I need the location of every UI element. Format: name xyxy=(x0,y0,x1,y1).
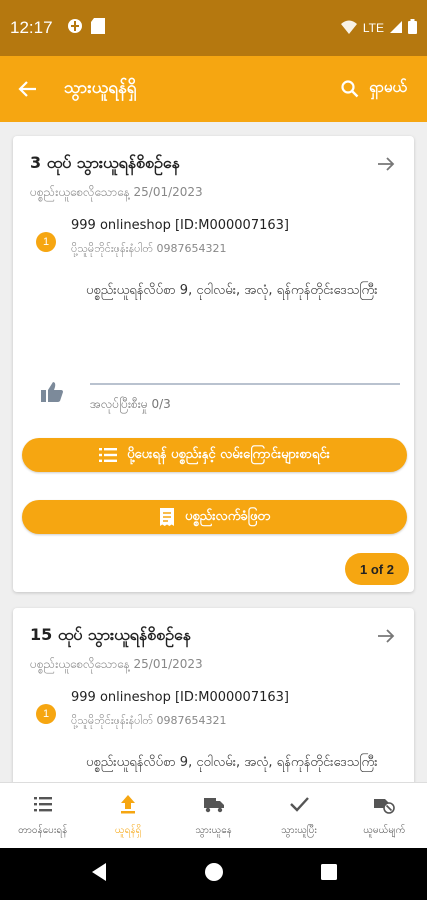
pickup-address: ပစ္စည်းယူရန်လိပ်စာ 9, ငုဝါလမ်း, အလုံ, ရန… xyxy=(86,755,378,770)
nav-cancelled-label: ယူမယ်မျက် xyxy=(363,825,406,836)
arrow-right-icon[interactable] xyxy=(376,154,396,174)
pickup-date: ပစ္စည်းယူစေလိုသောနေ့ 25/01/2023 xyxy=(30,185,203,199)
pickup-card[interactable]: 3 ထုပ် သွားယူရန်စိစဉ်နေ ပစ္စည်းယူစေလိုသေ… xyxy=(13,136,414,592)
app-notification-icon xyxy=(67,18,83,39)
system-navigation-bar xyxy=(0,848,427,900)
upload-icon xyxy=(121,795,136,814)
sd-card-icon xyxy=(90,17,105,39)
bottom-navigation: တာဝန်ပေးရန် ယူရန်ရှိ သွားယူနေ သွားယူပြီး… xyxy=(0,782,427,848)
nav-assign-label: တာဝန်ပေးရန် xyxy=(18,825,68,836)
cancel-delivery-icon xyxy=(374,799,396,814)
page-title: သွားယူရန်ရှိ xyxy=(64,77,137,98)
back-arrow-icon xyxy=(18,81,36,97)
progress-bar xyxy=(90,383,400,385)
nav-assign[interactable]: တာဝန်ပေးရန် xyxy=(0,783,85,848)
app-bar: သွားယူရန်ရှိ ရှာမယ် xyxy=(0,56,427,122)
card-title: 15 ထုပ် သွားယူရန်စိစဉ်နေ xyxy=(30,625,191,644)
back-button[interactable] xyxy=(14,75,42,103)
receipt-label: ပစ္စည်းလက်ခံဖြတ xyxy=(184,508,271,524)
system-home-button[interactable] xyxy=(204,862,224,886)
nav-picking-up-label: သွားယူနေ xyxy=(195,825,232,836)
system-back-button[interactable] xyxy=(90,862,108,886)
check-icon xyxy=(290,797,309,812)
status-bar: 12:17 LTE xyxy=(0,0,427,56)
receipt-icon xyxy=(159,508,174,526)
battery-icon xyxy=(408,19,417,37)
pickup-list[interactable]: 3 ထုပ် သွားယူရန်စိစဉ်နေ ပစ္စည်းယူစေလိုသေ… xyxy=(0,122,427,782)
nav-picked-up-label: သွားယူပြီး xyxy=(280,825,317,836)
search-icon xyxy=(341,80,359,98)
nav-picked-up[interactable]: သွားယူပြီး xyxy=(256,783,341,848)
circle-home-icon xyxy=(204,863,223,881)
pickup-date: ပစ္စည်းယူစေလိုသောနေ့ 25/01/2023 xyxy=(30,657,203,671)
status-right: LTE xyxy=(340,19,417,37)
list-icon xyxy=(33,797,52,812)
list-icon xyxy=(99,448,118,462)
progress-label: အလုပ်ပြီးစီးမှု 0/3 xyxy=(90,397,171,411)
receipt-button[interactable]: ပစ္စည်းလက်ခံဖြတ xyxy=(22,500,407,534)
square-recents-icon xyxy=(320,864,337,880)
shop-name: 999 onlineshop [ID:M000007163] xyxy=(71,218,289,233)
sender-phone: ပို့သူမိုဘိုင်းဖုန်းနံပါတ် 0987654321 xyxy=(71,242,227,255)
status-time: 12:17 xyxy=(10,18,53,37)
card-title: 3 ထုပ် သွားယူရန်စိစဉ်နေ xyxy=(30,153,180,172)
search-label: ရှာမယ် xyxy=(369,78,407,96)
pickup-address: ပစ္စည်းယူရန်လိပ်စာ 9, ငုဝါလမ်း, အလုံ, ရန… xyxy=(86,283,378,298)
nav-cancelled[interactable]: ယူမယ်မျက် xyxy=(342,783,427,848)
thumbs-up-icon xyxy=(40,380,64,404)
pickup-card[interactable]: 15 ထုပ် သွားယူရန်စိစဉ်နေ ပစ္စည်းယူစေလိုသ… xyxy=(13,608,414,782)
arrow-right-icon[interactable] xyxy=(376,626,396,646)
item-number-badge: 1 xyxy=(36,232,56,252)
nav-to-pickup[interactable]: ယူရန်ရှိ xyxy=(85,783,170,848)
parcel-route-list-label: ပို့ပေးရန် ပစ္စည်းနှင့် လမ်းကြောင်းများစ… xyxy=(127,446,330,462)
search-button[interactable]: ရှာမယ် xyxy=(341,78,413,100)
nav-picking-up[interactable]: သွားယူနေ xyxy=(171,783,256,848)
system-recents-button[interactable] xyxy=(320,863,338,885)
shop-name: 999 onlineshop [ID:M000007163] xyxy=(71,690,289,705)
nav-to-pickup-label: ယူရန်ရှိ xyxy=(114,825,142,836)
sender-phone: ပို့သူမိုဘိုင်းဖုန်းနံပါတ် 0987654321 xyxy=(71,714,227,727)
item-number-badge: 1 xyxy=(36,704,56,724)
page-indicator[interactable]: 1 of 2 xyxy=(345,553,409,585)
triangle-back-icon xyxy=(91,863,106,881)
wifi-icon xyxy=(340,20,357,37)
network-label: LTE xyxy=(362,21,384,35)
truck-icon xyxy=(203,798,224,813)
signal-icon xyxy=(390,20,402,36)
parcel-route-list-button[interactable]: ပို့ပေးရန် ပစ္စည်းနှင့် လမ်းကြောင်းများစ… xyxy=(22,438,407,472)
